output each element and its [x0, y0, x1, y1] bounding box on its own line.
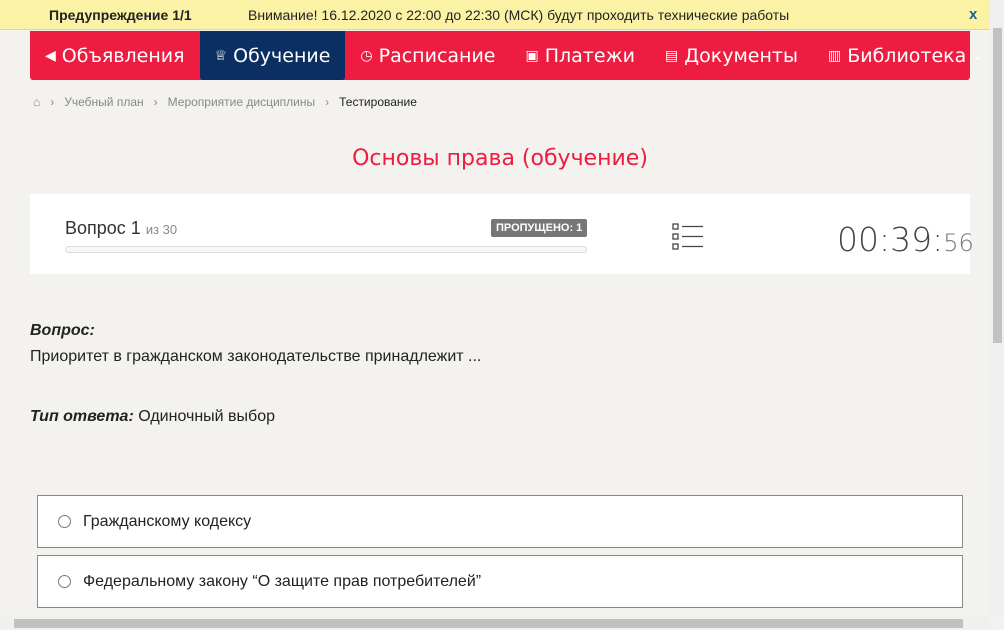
book-icon: ▥	[827, 47, 842, 64]
close-warning-button[interactable]: x	[969, 6, 977, 23]
option-label: Федеральному закону “О защите прав потре…	[83, 572, 482, 590]
chevron-right-icon: ›	[50, 95, 55, 109]
question-text: Приоритет в гражданском законодательстве…	[30, 348, 482, 365]
nav-schedule[interactable]: ◷ Расписание	[345, 31, 510, 80]
chevron-down-icon: ⌄	[972, 47, 985, 64]
clock-icon: ◷	[360, 47, 373, 64]
timer-main: 00:39:	[837, 220, 944, 259]
test-progress-card: Вопрос 1 из 30 ПРОПУЩЕНО: 1 00:39:56	[30, 194, 974, 274]
nav-label: Платежи	[544, 44, 636, 67]
nav-label: Библиотека	[847, 44, 967, 67]
answer-type-label: Тип ответа:	[30, 408, 134, 425]
document-icon: ▤	[665, 47, 679, 64]
warning-message: Внимание! 16.12.2020 с 22:00 до 22:30 (М…	[248, 7, 790, 23]
horizontal-scrollbar[interactable]	[0, 616, 990, 630]
megaphone-icon: ◀	[45, 47, 56, 64]
payment-icon: ▣	[525, 47, 539, 64]
main-nav: ◀ Объявления ♕ Обучение ◷ Расписание ▣ Плате…	[30, 31, 984, 80]
nav-label: Объявления	[61, 44, 185, 67]
graduation-cap-icon: ♕	[214, 47, 228, 64]
nav-label: Документы	[684, 44, 798, 67]
scrollbar-thumb[interactable]	[14, 619, 963, 628]
breadcrumb-testing: Тестирование	[339, 95, 417, 109]
question-label: Вопрос:	[30, 322, 95, 339]
answer-option[interactable]: Федеральному закону “О защите прав потре…	[37, 555, 963, 608]
breadcrumb: ⌂ › Учебный план › Мероприятие дисциплины ›…	[33, 95, 417, 109]
vertical-scrollbar[interactable]	[990, 0, 1004, 616]
option-label: Гражданскому кодексу	[83, 512, 252, 530]
nav-announcements[interactable]: ◀ Объявления	[30, 31, 200, 80]
question-counter: Вопрос 1 из 30	[65, 218, 177, 239]
home-icon[interactable]: ⌂	[33, 95, 40, 109]
scrollbar-thumb[interactable]	[993, 28, 1002, 343]
nav-label: Обучение	[233, 44, 331, 67]
nav-label: Расписание	[378, 44, 496, 67]
skipped-badge: ПРОПУЩЕНО: 1	[491, 219, 588, 237]
page-title: Основы права (обучение)	[352, 146, 648, 171]
nav-payments[interactable]: ▣ Платежи	[511, 31, 651, 80]
breadcrumb-discipline-event[interactable]: Мероприятие дисциплины	[168, 95, 315, 109]
answer-type-value: Одиночный выбор	[138, 408, 275, 425]
chevron-right-icon: ›	[153, 95, 158, 109]
progress-bar	[65, 246, 587, 253]
answer-option[interactable]: Гражданскому кодексу	[37, 495, 963, 548]
question-total: из 30	[145, 222, 178, 237]
radio-button[interactable]	[58, 515, 71, 528]
warning-banner: Предупреждение 1/1 Внимание! 16.12.2020 …	[0, 0, 990, 30]
nav-learning[interactable]: ♕ Обучение	[199, 31, 346, 80]
question-list-icon[interactable]	[672, 223, 704, 251]
question-number: Вопрос 1	[65, 218, 141, 238]
warning-title: Предупреждение 1/1	[49, 7, 192, 23]
nav-documents[interactable]: ▤ Документы	[650, 31, 813, 80]
nav-library[interactable]: ▥ Библиотека ⌄	[813, 31, 999, 80]
answer-type: Тип ответа: Одиночный выбор	[30, 408, 275, 426]
timer-seconds: 56	[943, 229, 974, 257]
radio-button[interactable]	[58, 575, 71, 588]
chevron-right-icon: ›	[325, 95, 330, 109]
breadcrumb-curriculum[interactable]: Учебный план	[64, 95, 143, 109]
timer: 00:39:56	[837, 220, 974, 259]
